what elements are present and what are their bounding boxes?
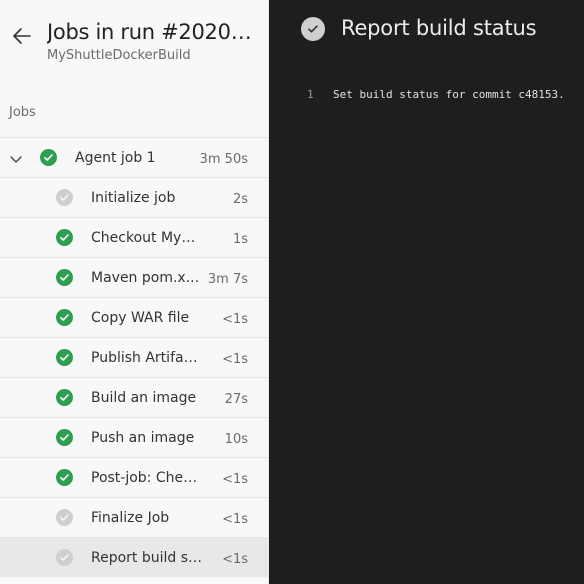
- step-row[interactable]: Publish Artifact:... <1s: [0, 337, 268, 377]
- step-duration: <1s: [222, 512, 248, 527]
- step-row[interactable]: Post-job: Check... <1s: [0, 457, 268, 497]
- success-check-icon: [56, 349, 73, 366]
- step-row[interactable]: Finalize Job <1s: [0, 497, 268, 537]
- success-check-icon: [56, 469, 73, 486]
- step-row[interactable]: Report build st... <1s: [0, 537, 268, 577]
- step-label: Maven pom.x...: [91, 270, 200, 286]
- log-line-text: Set build status for commit c48153.: [333, 88, 565, 101]
- step-duration: <1s: [222, 352, 248, 367]
- skipped-check-icon: [56, 549, 73, 566]
- step-duration: 1s: [232, 232, 248, 247]
- pipeline-name: MyShuttleDockerBuild: [47, 48, 191, 63]
- agent-job-row[interactable]: Agent job 1 3m 50s: [0, 137, 268, 177]
- step-duration: 27s: [224, 392, 248, 407]
- step-label: Checkout MyShu...: [91, 230, 203, 246]
- jobs-section-label: Jobs: [9, 105, 36, 120]
- success-check-icon: [56, 389, 73, 406]
- step-row[interactable]: Push an image 10s: [0, 417, 268, 457]
- step-row[interactable]: Checkout MyShu... 1s: [0, 217, 268, 257]
- success-check-icon: [56, 269, 73, 286]
- step-label: Push an image: [91, 430, 195, 446]
- step-label: Build an image: [91, 390, 197, 406]
- success-check-icon: [40, 149, 57, 166]
- step-row[interactable]: Build an image 27s: [0, 377, 268, 417]
- step-duration: <1s: [222, 472, 248, 487]
- step-label: Post-job: Check...: [91, 470, 203, 486]
- chevron-down-icon[interactable]: [9, 151, 23, 165]
- step-row[interactable]: Copy WAR file <1s: [0, 297, 268, 337]
- skipped-check-icon: [56, 189, 73, 206]
- step-row[interactable]: Maven pom.x... 3m 7s: [0, 257, 268, 297]
- agent-job-duration: 3m 50s: [199, 152, 248, 167]
- step-label: Copy WAR file: [91, 310, 190, 326]
- step-duration: 3m 7s: [207, 272, 248, 287]
- jobs-panel: Jobs in run #20200... MyShuttleDockerBui…: [0, 0, 269, 584]
- success-check-icon: [56, 229, 73, 246]
- step-duration: 10s: [224, 432, 248, 447]
- skipped-status-icon: [301, 17, 325, 41]
- log-line-number: 1: [307, 88, 314, 101]
- step-label: Publish Artifact:...: [91, 350, 203, 366]
- detail-title: Report build status: [341, 16, 537, 40]
- step-label: Finalize Job: [91, 510, 170, 526]
- success-check-icon: [56, 429, 73, 446]
- step-duration: 2s: [232, 192, 248, 207]
- panel-divider: [268, 0, 269, 584]
- step-label: Report build st...: [91, 550, 203, 566]
- step-duration: <1s: [222, 552, 248, 567]
- step-duration: <1s: [222, 312, 248, 327]
- step-label: Initialize job: [91, 190, 176, 206]
- agent-job-label: Agent job 1: [75, 150, 156, 166]
- step-row[interactable]: Initialize job 2s: [0, 177, 268, 217]
- page-title: Jobs in run #20200...: [47, 20, 252, 44]
- back-arrow-icon[interactable]: [10, 24, 34, 48]
- skipped-check-icon: [56, 509, 73, 526]
- success-check-icon: [56, 309, 73, 326]
